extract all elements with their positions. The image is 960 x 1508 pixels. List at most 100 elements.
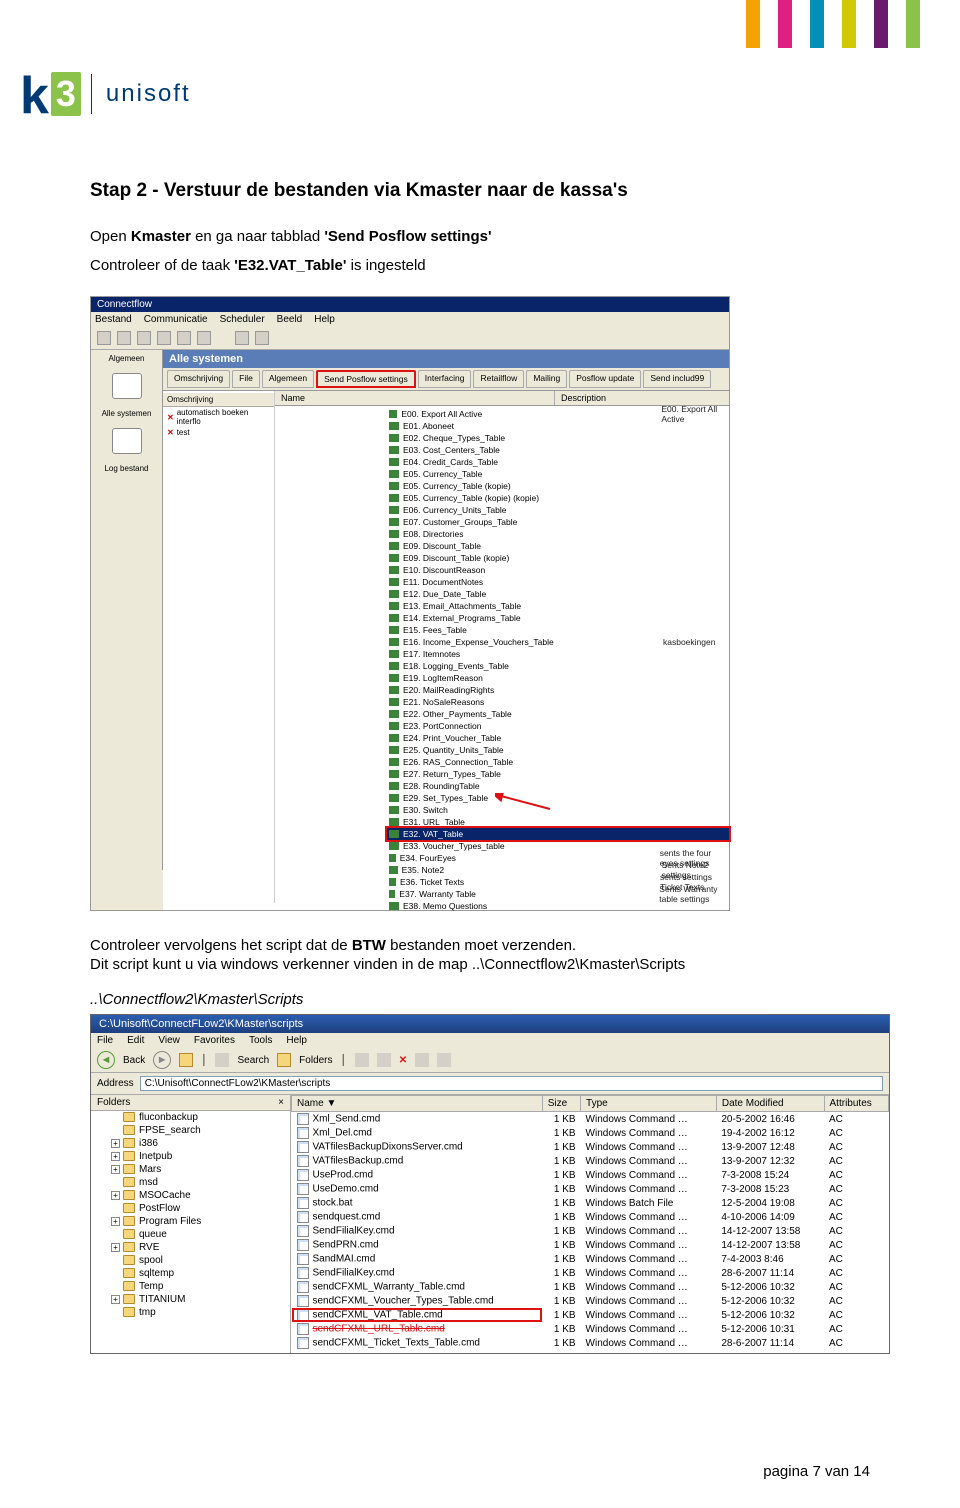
tb-del-icon[interactable] (117, 331, 131, 345)
folder-tree-item[interactable]: Temp (91, 1280, 290, 1293)
menu-file[interactable]: File (97, 1035, 113, 1046)
task-row[interactable]: E27. Return_Types_Table (387, 768, 729, 780)
task-row[interactable]: E16. Income_Expense_Vouchers_Tablekasboe… (387, 636, 729, 648)
tab-retailflow[interactable]: Retailflow (473, 370, 524, 388)
file-row[interactable]: sendCFXML_Ticket_Texts_Table.cmd1 KBWind… (292, 1336, 889, 1350)
task-row[interactable]: E18. Logging_Events_Table (387, 660, 729, 672)
folder-tree-item[interactable]: +Inetpub (91, 1150, 290, 1163)
task-row[interactable]: E20. MailReadingRights (387, 684, 729, 696)
tab-file[interactable]: File (232, 370, 260, 388)
side-alle[interactable]: Alle systemen (102, 409, 152, 418)
menu-beeld[interactable]: Beeld (277, 314, 303, 325)
task-row[interactable]: E11. DocumentNotes (387, 576, 729, 588)
task-row[interactable]: E22. Other_Payments_Table (387, 708, 729, 720)
folder-tree-item[interactable]: +i386 (91, 1137, 290, 1150)
task-row[interactable]: E06. Currency_Units_Table (387, 504, 729, 516)
file-row[interactable]: sendCFXML_VAT_Table.cmd1 KBWindows Comma… (292, 1308, 889, 1322)
file-row[interactable]: VATfilesBackupDixonsServer.cmd1 KBWindow… (292, 1140, 889, 1154)
col-type[interactable]: Type (581, 1096, 717, 1112)
file-row[interactable]: sendCFXML_Warranty_Table.cmd1 KBWindows … (292, 1280, 889, 1294)
side-algemeen-icon[interactable] (112, 373, 142, 399)
folder-tree-item[interactable]: +Mars (91, 1163, 290, 1176)
file-row[interactable]: Xml_Send.cmd1 KBWindows Command …20-5-20… (292, 1112, 889, 1127)
menu-bestand[interactable]: Bestand (95, 314, 132, 325)
search-label[interactable]: Search (237, 1055, 269, 1066)
tab-algemeen[interactable]: Algemeen (262, 370, 314, 388)
tab-send-posflow-settings[interactable]: Send Posflow settings (316, 370, 416, 388)
task-row[interactable]: E13. Email_Attachments_Table (387, 600, 729, 612)
task-row[interactable]: E15. Fees_Table (387, 624, 729, 636)
config-item[interactable]: ✕automatisch boeken interflo (163, 407, 274, 427)
tb-detail-icon[interactable] (197, 331, 211, 345)
tb-print-icon[interactable] (235, 331, 249, 345)
folder-tree-item[interactable]: PostFlow (91, 1202, 290, 1215)
col-name-[interactable]: Name ▼ (292, 1096, 543, 1112)
task-row[interactable]: E21. NoSaleReasons (387, 696, 729, 708)
side-log-icon[interactable] (112, 428, 142, 454)
menu-tools[interactable]: Tools (249, 1035, 272, 1046)
folder-tree-item[interactable]: +Program Files (91, 1215, 290, 1228)
menu-view[interactable]: View (158, 1035, 180, 1046)
tb-list-icon[interactable] (177, 331, 191, 345)
task-row[interactable]: E09. Discount_Table (387, 540, 729, 552)
task-row[interactable]: E12. Due_Date_Table (387, 588, 729, 600)
task-row[interactable]: E14. External_Programs_Table (387, 612, 729, 624)
folder-tree-item[interactable]: +MSOCache (91, 1189, 290, 1202)
col-attributes[interactable]: Attributes (824, 1096, 888, 1112)
file-row[interactable]: UseDemo.cmd1 KBWindows Command …7-3-2008… (292, 1182, 889, 1196)
tb-copy-icon[interactable] (137, 331, 151, 345)
task-row[interactable]: E00. Export All ActiveE00. Export All Ac… (387, 408, 729, 420)
tab-posflow-update[interactable]: Posflow update (569, 370, 641, 388)
tab-send-includ99[interactable]: Send includ99 (643, 370, 711, 388)
search-icon[interactable] (215, 1053, 229, 1067)
col-date-modified[interactable]: Date Modified (716, 1096, 824, 1112)
task-row[interactable]: E03. Cost_Centers_Table (387, 444, 729, 456)
col-desc[interactable]: Description (555, 391, 729, 405)
views-icon[interactable] (437, 1053, 451, 1067)
menu-scheduler[interactable]: Scheduler (220, 314, 265, 325)
task-row[interactable]: E10. DiscountReason (387, 564, 729, 576)
task-row[interactable]: E04. Credit_Cards_Table (387, 456, 729, 468)
tab-mailing[interactable]: Mailing (526, 370, 567, 388)
redo-icon[interactable] (377, 1053, 391, 1067)
file-row[interactable]: SendPRN.cmd1 KBWindows Command …14-12-20… (292, 1238, 889, 1252)
menu-help[interactable]: Help (286, 1035, 307, 1046)
task-row[interactable]: E32. VAT_Table (387, 828, 729, 840)
config-item[interactable]: ✕test (163, 427, 274, 438)
folders-icon[interactable] (277, 1053, 291, 1067)
folder-tree-item[interactable]: msd (91, 1176, 290, 1189)
task-row[interactable]: E19. LogItemReason (387, 672, 729, 684)
props-icon[interactable] (415, 1053, 429, 1067)
task-row[interactable]: E05. Currency_Table (387, 468, 729, 480)
menu-edit[interactable]: Edit (127, 1035, 144, 1046)
file-row[interactable]: sendCFXML_URL_Table.cmd1 KBWindows Comma… (292, 1322, 889, 1336)
folder-tree-item[interactable]: +TITANIUM (91, 1293, 290, 1306)
folders-label[interactable]: Folders (299, 1055, 332, 1066)
file-row[interactable]: VATfilesBackup.cmd1 KBWindows Command …1… (292, 1154, 889, 1168)
folder-tree-item[interactable]: fluconbackup (91, 1111, 290, 1124)
tb-paste-icon[interactable] (157, 331, 171, 345)
col-size[interactable]: Size (542, 1096, 580, 1112)
task-row[interactable]: E24. Print_Voucher_Table (387, 732, 729, 744)
folder-tree-item[interactable]: FPSE_search (91, 1124, 290, 1137)
task-row[interactable]: E17. Itemnotes (387, 648, 729, 660)
tb-new-icon[interactable] (97, 331, 111, 345)
folder-tree-item[interactable]: queue (91, 1228, 290, 1241)
address-input[interactable] (140, 1076, 883, 1091)
up-icon[interactable] (179, 1053, 193, 1067)
tab-interfacing[interactable]: Interfacing (418, 370, 472, 388)
task-row[interactable]: E31. URL_Table (387, 816, 729, 828)
side-log[interactable]: Log bestand (104, 464, 148, 473)
task-row[interactable]: E07. Customer_Groups_Table (387, 516, 729, 528)
file-row[interactable]: sendCFXML_Voucher_Types_Table.cmd1 KBWin… (292, 1294, 889, 1308)
task-row[interactable]: E26. RAS_Connection_Table (387, 756, 729, 768)
side-algemeen[interactable]: Algemeen (108, 354, 144, 363)
file-row[interactable]: stock.bat1 KBWindows Batch File12-5-2004… (292, 1196, 889, 1210)
folder-tree-item[interactable]: tmp (91, 1306, 290, 1319)
file-row[interactable]: Xml_Del.cmd1 KBWindows Command …19-4-200… (292, 1126, 889, 1140)
folders-close-icon[interactable]: × (278, 1097, 284, 1108)
back-button[interactable]: ◄ (97, 1051, 115, 1069)
task-row[interactable]: E29. Set_Types_Table (387, 792, 729, 804)
task-row[interactable]: E30. Switch (387, 804, 729, 816)
menu-help[interactable]: Help (314, 314, 335, 325)
